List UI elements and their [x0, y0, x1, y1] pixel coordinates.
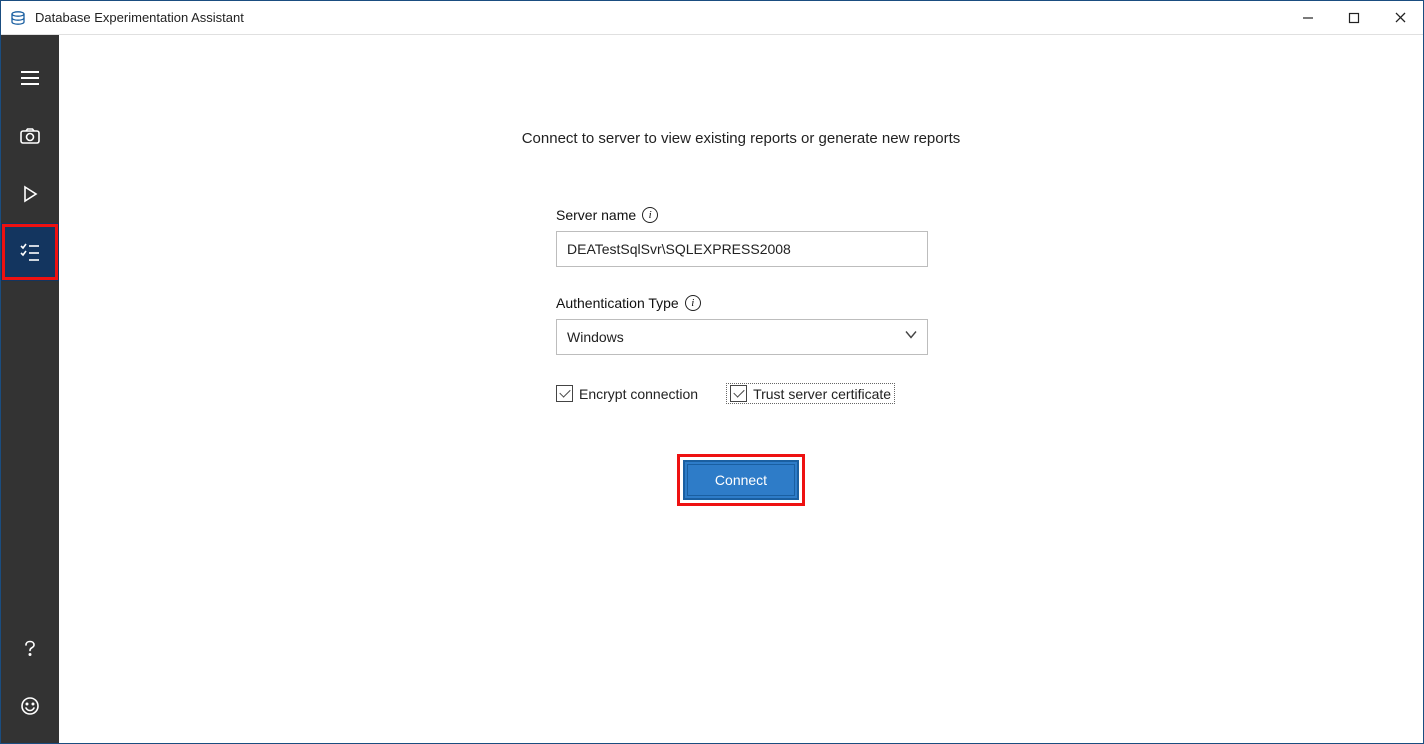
main-content: Connect to server to view existing repor… — [59, 35, 1423, 743]
info-icon[interactable]: i — [685, 295, 701, 311]
connect-button-label: Connect — [715, 472, 767, 488]
sidebar-replay-button[interactable] — [1, 165, 59, 223]
auth-type-field: Authentication Type i Windows — [556, 295, 928, 355]
minimize-button[interactable] — [1285, 1, 1331, 34]
close-button[interactable] — [1377, 1, 1423, 34]
sidebar-menu-button[interactable] — [1, 49, 59, 107]
auth-type-select[interactable]: Windows — [556, 319, 928, 355]
app-window: Database Experimentation Assistant — [0, 0, 1424, 744]
trust-certificate-checkbox[interactable]: Trust server certificate — [726, 383, 895, 404]
chevron-down-icon — [904, 328, 918, 347]
sidebar-feedback-button[interactable] — [1, 677, 59, 735]
window-controls — [1285, 1, 1423, 34]
sidebar-capture-button[interactable] — [1, 107, 59, 165]
smiley-icon — [20, 696, 40, 716]
server-name-label: Server name — [556, 207, 636, 223]
encrypt-connection-checkbox[interactable]: Encrypt connection — [556, 385, 698, 402]
instruction-text: Connect to server to view existing repor… — [501, 130, 981, 147]
trust-label: Trust server certificate — [753, 386, 891, 402]
server-name-field: Server name i — [556, 207, 928, 267]
sidebar-help-button[interactable] — [1, 619, 59, 677]
connect-button[interactable]: Connect — [687, 464, 795, 496]
camera-icon — [19, 125, 41, 147]
sidebar — [1, 35, 59, 743]
encrypt-label: Encrypt connection — [579, 386, 698, 402]
checkbox-icon — [556, 385, 573, 402]
question-icon — [20, 638, 40, 658]
app-title: Database Experimentation Assistant — [35, 10, 244, 25]
checkbox-icon — [730, 385, 747, 402]
auth-type-value: Windows — [567, 329, 624, 345]
checklist-icon — [19, 241, 41, 263]
hamburger-icon — [18, 66, 42, 90]
tutorial-highlight: Connect — [677, 454, 805, 506]
app-icon — [9, 9, 27, 27]
maximize-button[interactable] — [1331, 1, 1377, 34]
titlebar: Database Experimentation Assistant — [1, 1, 1423, 35]
auth-type-label: Authentication Type — [556, 295, 679, 311]
play-icon — [21, 185, 39, 203]
sidebar-reports-button[interactable] — [1, 223, 59, 281]
info-icon[interactable]: i — [642, 207, 658, 223]
server-name-input[interactable] — [556, 231, 928, 267]
